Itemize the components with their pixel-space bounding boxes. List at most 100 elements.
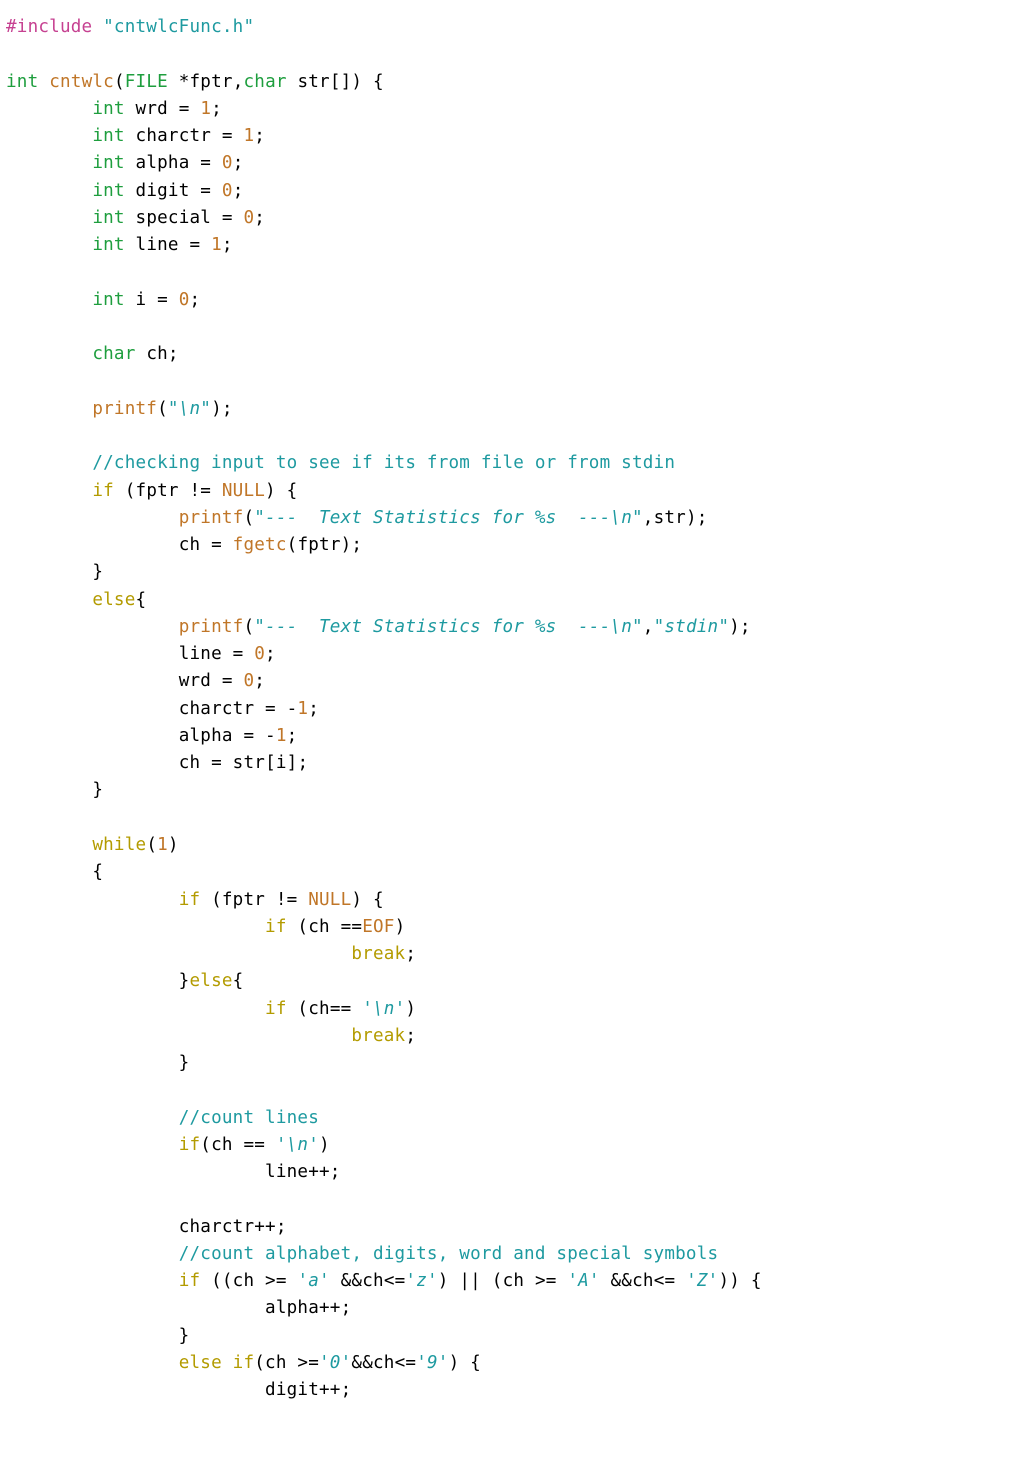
code-token: line xyxy=(136,235,179,255)
code-token: ++; xyxy=(254,1217,286,1237)
code-token: ) { xyxy=(351,890,383,910)
code-token: int xyxy=(92,290,124,310)
code-token: '9' xyxy=(416,1353,448,1373)
code-token: , xyxy=(233,72,244,92)
code-token: line xyxy=(265,1162,308,1182)
code-token: EOF xyxy=(362,917,394,937)
code-token xyxy=(6,126,92,146)
code-token: == xyxy=(233,1135,276,1155)
code-token: //checking input to see if its from file… xyxy=(92,453,675,473)
code-token: ( xyxy=(287,917,309,937)
code-token xyxy=(6,617,179,637)
code-token: "--- Text Statistics for %s ---\n" xyxy=(254,508,643,528)
code-token: (( xyxy=(200,1271,232,1291)
code-token: ; xyxy=(211,99,222,119)
code-token: ; xyxy=(287,726,298,746)
code-token xyxy=(6,999,265,1019)
code-line: { xyxy=(6,862,103,882)
code-token xyxy=(38,72,49,92)
code-token xyxy=(6,208,92,228)
code-token xyxy=(6,726,179,746)
code-token: ch xyxy=(233,1271,255,1291)
code-token: ( xyxy=(157,399,168,419)
code-token: } xyxy=(6,1053,189,1073)
code-token: { xyxy=(6,862,103,882)
code-token xyxy=(6,699,179,719)
code-line: } xyxy=(6,562,103,582)
code-token xyxy=(125,181,136,201)
code-token: = xyxy=(200,753,232,773)
code-token: ch xyxy=(146,344,168,364)
code-token xyxy=(92,17,103,37)
code-token xyxy=(125,126,136,146)
code-token: <= xyxy=(395,1353,417,1373)
code-token: "\n" xyxy=(168,399,211,419)
code-token: ) xyxy=(405,999,416,1019)
code-token xyxy=(6,399,92,419)
code-line: break; xyxy=(6,944,416,964)
code-token: >= xyxy=(524,1271,567,1291)
code-token: //count alphabet, digits, word and speci… xyxy=(179,1244,719,1264)
code-token: ; xyxy=(190,290,201,310)
code-token: "--- Text Statistics for %s ---\n" xyxy=(254,617,643,637)
code-token: int xyxy=(92,208,124,228)
code-line: alpha++; xyxy=(6,1298,351,1318)
code-token: fptr xyxy=(136,481,179,501)
code-token xyxy=(6,153,92,173)
code-token: NULL xyxy=(308,890,351,910)
code-line: int charctr = 1; xyxy=(6,126,265,146)
code-token: { xyxy=(136,590,147,610)
code-token: ch xyxy=(308,917,330,937)
code-token: special xyxy=(136,208,212,228)
code-token: ch xyxy=(503,1271,525,1291)
code-line: //count alphabet, digits, word and speci… xyxy=(6,1244,718,1264)
code-token: printf xyxy=(179,508,244,528)
code-token: "cntwlcFunc.h" xyxy=(103,17,254,37)
code-token: digit xyxy=(136,181,190,201)
code-token: 'z' xyxy=(405,1271,437,1291)
code-token xyxy=(6,590,92,610)
code-token: <= xyxy=(384,1271,406,1291)
code-line: int digit = 0; xyxy=(6,181,243,201)
code-block: #include "cntwlcFunc.h" int cntwlc(FILE … xyxy=(0,0,1022,1419)
code-token: char xyxy=(92,344,135,364)
code-token: 1 xyxy=(297,699,308,719)
code-token: ++; xyxy=(319,1380,351,1400)
code-token: ++; xyxy=(319,1298,351,1318)
code-token: = - xyxy=(233,726,276,746)
code-token: int xyxy=(92,99,124,119)
code-token: >= xyxy=(254,1271,297,1291)
code-token: ( xyxy=(287,535,298,555)
code-token: wrd xyxy=(179,671,211,691)
code-line: }else{ xyxy=(6,971,243,991)
code-token: && xyxy=(330,1271,362,1291)
code-token: ; xyxy=(254,126,265,146)
code-token: ch xyxy=(179,535,201,555)
code-token: //count lines xyxy=(179,1108,319,1128)
code-line: if(ch == '\n') xyxy=(6,1135,330,1155)
code-token: int xyxy=(92,181,124,201)
code-line: int i = 0; xyxy=(6,290,200,310)
code-token: ; xyxy=(233,153,244,173)
code-token: ch xyxy=(211,1135,233,1155)
code-token: str xyxy=(233,753,265,773)
code-token: charctr xyxy=(179,1217,255,1237)
code-token: = xyxy=(190,181,222,201)
code-token: } xyxy=(6,780,103,800)
code-token: = xyxy=(146,290,178,310)
code-token: && xyxy=(351,1353,373,1373)
code-line: if (fptr != NULL) { xyxy=(6,890,384,910)
code-token: alpha xyxy=(179,726,233,746)
code-line: else if(ch >='0'&&ch<='9') { xyxy=(6,1353,481,1373)
code-token: ch xyxy=(179,753,201,773)
code-token: ) xyxy=(168,835,179,855)
code-token: str xyxy=(654,508,686,528)
code-line: int special = 0; xyxy=(6,208,265,228)
code-token xyxy=(6,1217,179,1237)
code-token: digit xyxy=(265,1380,319,1400)
code-line: alpha = -1; xyxy=(6,726,297,746)
code-token: = xyxy=(222,644,254,664)
code-token: '\n' xyxy=(276,1135,319,1155)
code-token: && xyxy=(600,1271,632,1291)
code-token: i xyxy=(136,290,147,310)
